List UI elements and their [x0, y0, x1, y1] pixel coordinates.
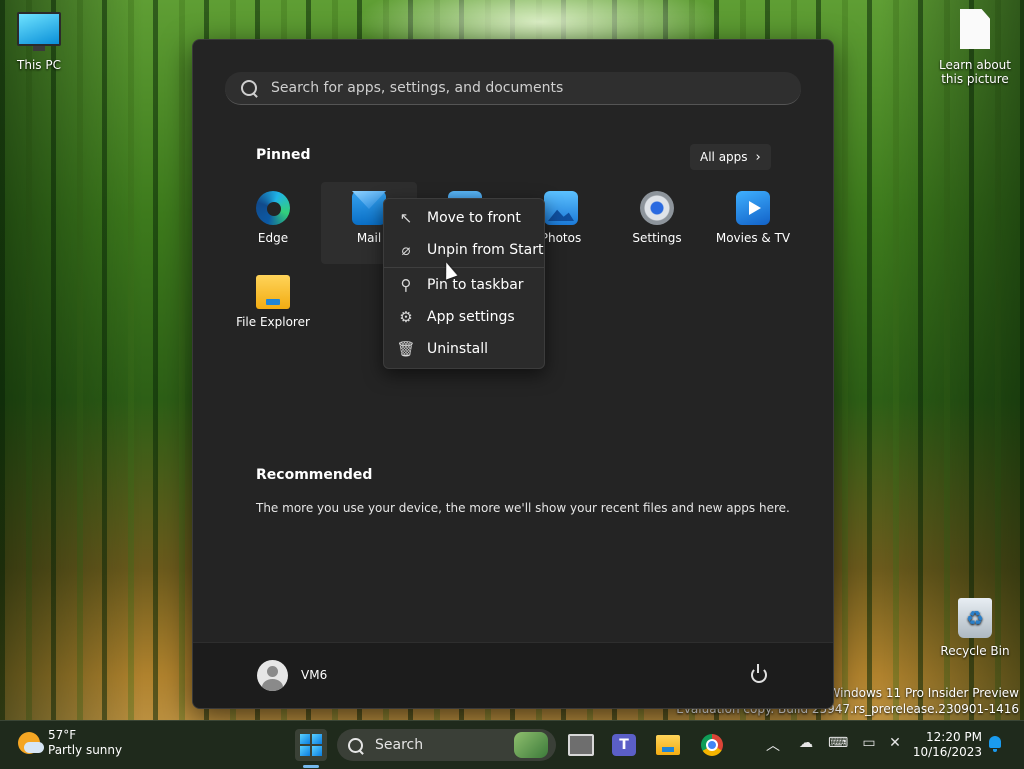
- avatar[interactable]: [257, 660, 288, 691]
- chrome-button[interactable]: [696, 729, 728, 761]
- taskbar-search[interactable]: Search: [337, 729, 556, 761]
- chrome-icon: [701, 734, 723, 756]
- file-explorer-taskbar-button[interactable]: [652, 729, 684, 761]
- photos-icon: [544, 191, 578, 225]
- context-item-label: App settings: [427, 309, 515, 325]
- weather-widget[interactable]: 57°F Partly sunny: [18, 728, 122, 758]
- context-item-app-settings[interactable]: ⚙ App settings: [384, 301, 544, 333]
- context-item-label: Unpin from Start: [427, 242, 544, 258]
- recycle-bin-icon: ♻: [958, 598, 992, 638]
- start-search-input[interactable]: [269, 79, 773, 97]
- weather-condition: Partly sunny: [48, 743, 123, 757]
- pinned-app-label: Movies & TV: [715, 231, 791, 245]
- teams-button[interactable]: T: [608, 729, 640, 761]
- user-name[interactable]: VM6: [301, 668, 327, 682]
- pinned-app-settings[interactable]: Settings: [609, 182, 705, 264]
- menu-divider: [384, 267, 544, 268]
- move-to-front-icon: ↖: [399, 209, 413, 227]
- trash-icon: 🗑: [396, 340, 416, 358]
- desktop-icon-learn-about-picture[interactable]: Learn about this picture: [933, 9, 1017, 86]
- context-item-pin-to-taskbar[interactable]: ⚲ Pin to taskbar: [384, 269, 544, 301]
- all-apps-label: All apps: [700, 150, 748, 164]
- task-view-icon: [568, 734, 594, 756]
- partly-sunny-icon: [18, 732, 44, 754]
- desktop-icon-recycle-bin[interactable]: ♻ Recycle Bin: [933, 598, 1017, 658]
- context-menu: ↖ Move to front ⌀ Unpin from Start ⚲ Pin…: [383, 198, 545, 369]
- recommended-title: Recommended: [256, 467, 373, 483]
- context-item-unpin[interactable]: ⌀ Unpin from Start: [384, 234, 544, 266]
- context-item-label: Pin to taskbar: [427, 277, 524, 293]
- task-view-button[interactable]: [565, 729, 597, 761]
- start-search-box[interactable]: [225, 72, 801, 105]
- context-item-uninstall[interactable]: 🗑 Uninstall: [384, 333, 544, 365]
- pinned-app-movies-tv[interactable]: Movies & TV: [705, 182, 801, 264]
- pinned-app-label: File Explorer: [236, 315, 310, 329]
- onedrive-icon[interactable]: ☁: [796, 735, 816, 751]
- gear-icon: ⚙: [399, 308, 413, 326]
- clock[interactable]: 12:20 PM 10/16/2023: [912, 730, 982, 760]
- pinned-app-file-explorer[interactable]: File Explorer: [225, 266, 321, 348]
- pin-icon: ⚲: [400, 276, 412, 294]
- taskbar-search-label: Search: [375, 737, 424, 753]
- taskbar: 57°F Partly sunny Search T ︿ ☁ ⌨ ▭ ✕ 12:…: [0, 720, 1024, 769]
- volume-muted-icon[interactable]: ✕: [885, 735, 905, 751]
- network-icon[interactable]: ▭: [859, 735, 879, 751]
- clock-date: 10/16/2023: [912, 745, 982, 759]
- all-apps-button[interactable]: All apps ›: [690, 144, 771, 170]
- chevron-up-icon[interactable]: ︿: [765, 735, 781, 755]
- chevron-right-icon: ›: [755, 149, 761, 165]
- search-icon: [348, 737, 363, 753]
- pinned-app-edge[interactable]: Edge: [225, 182, 321, 264]
- pinned-app-label: Edge: [257, 231, 289, 245]
- desktop-icon-label: This PC: [17, 58, 61, 72]
- mail-icon: [352, 191, 386, 225]
- start-button[interactable]: [295, 729, 327, 761]
- file-explorer-icon: [656, 735, 680, 755]
- edge-icon: [256, 191, 290, 225]
- document-icon: [960, 9, 990, 49]
- context-item-label: Uninstall: [427, 341, 489, 357]
- search-icon: [241, 80, 257, 96]
- windows-logo-icon: [300, 734, 322, 756]
- recommended-empty-text: The more you use your device, the more w…: [256, 501, 790, 515]
- movies-tv-icon: [736, 191, 770, 225]
- keyboard-icon[interactable]: ⌨: [828, 735, 848, 751]
- pinned-title: Pinned: [256, 147, 311, 163]
- weather-temperature: 57°F: [48, 728, 77, 742]
- desktop-icon-label: Recycle Bin: [940, 644, 1010, 658]
- desktop-icon-this-pc[interactable]: This PC: [0, 12, 81, 72]
- context-item-move-to-front[interactable]: ↖ Move to front: [384, 202, 544, 234]
- unpin-icon: ⌀: [401, 241, 411, 259]
- teams-icon: T: [612, 734, 636, 756]
- desktop-icon-label: Learn about this picture: [939, 58, 1011, 86]
- search-highlight-art: [514, 732, 548, 758]
- clock-time: 12:20 PM: [926, 730, 982, 744]
- context-item-label: Move to front: [427, 210, 521, 226]
- notification-bell-icon[interactable]: [989, 736, 1001, 752]
- start-footer: VM6: [193, 642, 833, 708]
- power-icon[interactable]: [751, 664, 767, 683]
- file-explorer-icon: [256, 275, 290, 309]
- pinned-app-label: Settings: [632, 231, 682, 245]
- this-pc-icon: [17, 12, 61, 51]
- start-menu: Pinned All apps › Edge Mail Photos Setti…: [192, 39, 834, 709]
- settings-icon: [640, 191, 674, 225]
